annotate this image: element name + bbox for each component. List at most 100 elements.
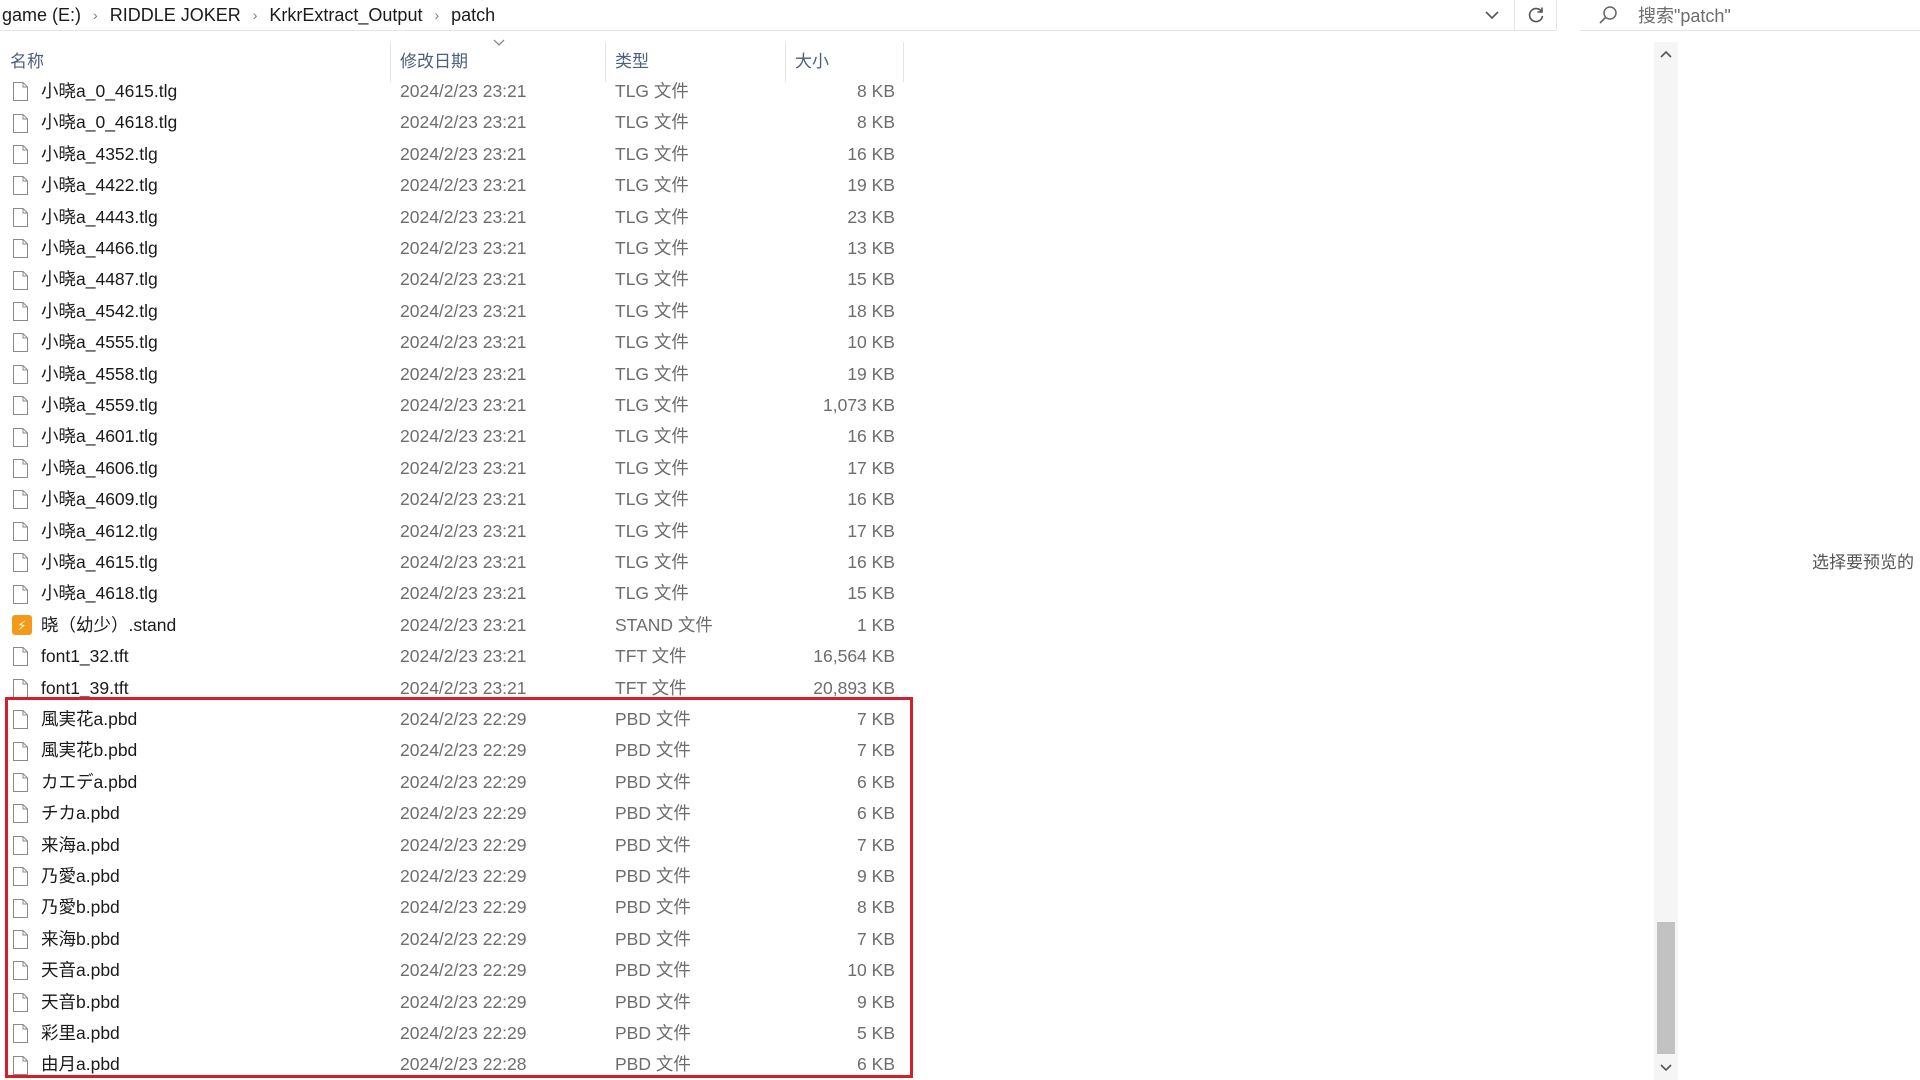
file-type: TLG 文件	[615, 552, 689, 572]
file-size: 18 KB	[847, 300, 895, 321]
file-size: 6 KB	[857, 771, 895, 792]
file-row[interactable]: 小晓a_4487.tlg 2024/2/23 23:21 TLG 文件 15 KB	[0, 264, 905, 295]
file-row[interactable]: 小晓a_4601.tlg 2024/2/23 23:21 TLG 文件 16 KB	[0, 421, 905, 452]
refresh-button[interactable]	[1516, 0, 1557, 30]
file-row[interactable]: 来海b.pbd 2024/2/23 22:29 PBD 文件 7 KB	[0, 924, 905, 955]
file-name[interactable]: 小晓a_4606.tlg	[41, 453, 158, 484]
file-name[interactable]: 小晓a_4422.tlg	[41, 170, 158, 201]
file-date: 2024/2/23 23:21	[400, 143, 527, 164]
file-name[interactable]: 小晓a_4466.tlg	[41, 233, 158, 264]
file-row[interactable]: 小晓a_4615.tlg 2024/2/23 23:21 TLG 文件 16 KB	[0, 547, 905, 578]
file-row[interactable]: 小晓a_4606.tlg 2024/2/23 23:21 TLG 文件 17 KB	[0, 453, 905, 484]
column-header-size[interactable]: 大小	[795, 42, 900, 78]
file-name[interactable]: font1_39.tft	[41, 673, 129, 704]
file-name[interactable]: 小晓a_4443.tlg	[41, 202, 158, 233]
file-icon	[12, 484, 34, 515]
file-row[interactable]: 小晓a_4558.tlg 2024/2/23 23:21 TLG 文件 19 KB	[0, 359, 905, 390]
file-name[interactable]: font1_32.tft	[41, 641, 129, 672]
file-icon	[12, 892, 34, 923]
file-name[interactable]: 晓（幼少）.stand	[41, 610, 176, 641]
file-type: TLG 文件	[615, 332, 689, 353]
file-row[interactable]: 小晓a_4609.tlg 2024/2/23 23:21 TLG 文件 16 KB	[0, 484, 905, 515]
file-name[interactable]: 小晓a_4487.tlg	[41, 264, 158, 295]
file-name[interactable]: 乃愛b.pbd	[41, 892, 120, 923]
file-type: TLG 文件	[615, 363, 689, 384]
file-name[interactable]: 小晓a_4542.tlg	[41, 296, 158, 327]
file-row[interactable]: 由月a.pbd 2024/2/23 22:28 PBD 文件 6 KB	[0, 1049, 905, 1080]
file-date: 2024/2/23 23:21	[400, 489, 527, 510]
file-name[interactable]: 彩里a.pbd	[41, 1018, 120, 1049]
search-placeholder[interactable]: 搜索"patch"	[1638, 2, 1731, 28]
file-name[interactable]: 小晓a_4352.tlg	[41, 139, 158, 170]
file-name[interactable]: 小晓a_4559.tlg	[41, 390, 158, 421]
file-name[interactable]: 小晓a_4555.tlg	[41, 327, 158, 358]
file-row[interactable]: 天音b.pbd 2024/2/23 22:29 PBD 文件 9 KB	[0, 987, 905, 1018]
file-row[interactable]: 乃愛a.pbd 2024/2/23 22:29 PBD 文件 9 KB	[0, 861, 905, 892]
file-list[interactable]: 小晓a_0_4615.tlg 2024/2/23 23:21 TLG 文件 8 KB 小…	[0, 76, 905, 1080]
file-row[interactable]: 風実花b.pbd 2024/2/23 22:29 PBD 文件 7 KB	[0, 735, 905, 766]
breadcrumb-drive[interactable]: game (E:)	[0, 5, 83, 26]
file-date: 2024/2/23 22:29	[400, 866, 527, 886]
file-row[interactable]: 小晓a_4352.tlg 2024/2/23 23:21 TLG 文件 16 KB	[0, 139, 905, 170]
file-row[interactable]: 小晓a_4559.tlg 2024/2/23 23:21 TLG 文件 1,073 K…	[0, 390, 905, 421]
file-name[interactable]: 風実花a.pbd	[41, 704, 137, 735]
scroll-down-button[interactable]	[1654, 1056, 1678, 1080]
file-name[interactable]: 由月a.pbd	[41, 1049, 120, 1080]
file-row[interactable]: 乃愛b.pbd 2024/2/23 22:29 PBD 文件 8 KB	[0, 892, 905, 923]
file-row[interactable]: ⚡ 晓（幼少）.stand 2024/2/23 23:21 STAND 文件 1 KB	[0, 610, 905, 641]
file-size: 17 KB	[847, 457, 895, 478]
file-row[interactable]: 小晓a_0_4618.tlg 2024/2/23 23:21 TLG 文件 8 KB	[0, 107, 905, 138]
file-name[interactable]: チカa.pbd	[41, 798, 120, 829]
file-name[interactable]: 小晓a_4612.tlg	[41, 516, 158, 547]
scroll-up-button[interactable]	[1654, 42, 1678, 66]
file-name[interactable]: 小晓a_0_4618.tlg	[41, 107, 177, 138]
address-bar[interactable]: game (E:) › RIDDLE JOKER › KrkrExtract_O…	[0, 0, 1556, 31]
address-history-button[interactable]	[1470, 0, 1515, 30]
scroll-thumb[interactable]	[1657, 922, 1675, 1054]
file-name[interactable]: 天音b.pbd	[41, 987, 120, 1018]
file-row[interactable]: 小晓a_4422.tlg 2024/2/23 23:21 TLG 文件 19 KB	[0, 170, 905, 201]
file-name[interactable]: 小晓a_4615.tlg	[41, 547, 158, 578]
file-row[interactable]: font1_32.tft 2024/2/23 23:21 TFT 文件 16,564 …	[0, 641, 905, 672]
file-name[interactable]: 小晓a_4618.tlg	[41, 578, 158, 609]
file-name[interactable]: 天音a.pbd	[41, 955, 120, 986]
file-type: STAND 文件	[615, 614, 713, 635]
file-row[interactable]: 小晓a_4618.tlg 2024/2/23 23:21 TLG 文件 15 KB	[0, 578, 905, 609]
column-header-name[interactable]: 名称	[10, 42, 390, 78]
file-row[interactable]: 来海a.pbd 2024/2/23 22:29 PBD 文件 7 KB	[0, 830, 905, 861]
file-name[interactable]: 来海a.pbd	[41, 830, 120, 861]
file-icon	[12, 547, 34, 578]
file-row[interactable]: 小晓a_4542.tlg 2024/2/23 23:21 TLG 文件 18 KB	[0, 296, 905, 327]
file-row[interactable]: 小晓a_4612.tlg 2024/2/23 23:21 TLG 文件 17 KB	[0, 516, 905, 547]
file-row[interactable]: 小晓a_4443.tlg 2024/2/23 23:21 TLG 文件 23 KB	[0, 202, 905, 233]
file-date: 2024/2/23 23:21	[400, 332, 527, 353]
file-row[interactable]: チカa.pbd 2024/2/23 22:29 PBD 文件 6 KB	[0, 798, 905, 829]
column-header-type[interactable]: 类型	[615, 42, 785, 78]
file-name[interactable]: 小晓a_4558.tlg	[41, 359, 158, 390]
file-row[interactable]: 天音a.pbd 2024/2/23 22:29 PBD 文件 10 KB	[0, 955, 905, 986]
file-row[interactable]: 小晓a_0_4615.tlg 2024/2/23 23:21 TLG 文件 8 KB	[0, 76, 905, 107]
file-row[interactable]: 小晓a_4555.tlg 2024/2/23 23:21 TLG 文件 10 KB	[0, 327, 905, 358]
breadcrumb-krkrextract-output[interactable]: KrkrExtract_Output	[267, 5, 424, 26]
file-name[interactable]: 小晓a_0_4615.tlg	[41, 76, 177, 107]
file-name[interactable]: カエデa.pbd	[41, 767, 137, 798]
vertical-scrollbar[interactable]	[1654, 42, 1678, 1080]
file-size: 10 KB	[847, 332, 895, 353]
breadcrumb-separator-icon: ›	[93, 7, 98, 23]
file-type: TLG 文件	[615, 269, 689, 290]
file-name[interactable]: 乃愛a.pbd	[41, 861, 120, 892]
file-name[interactable]: 小晓a_4609.tlg	[41, 484, 158, 515]
search-box[interactable]: 搜索"patch"	[1580, 0, 1920, 31]
file-row[interactable]: 小晓a_4466.tlg 2024/2/23 23:21 TLG 文件 13 KB	[0, 233, 905, 264]
file-icon	[12, 767, 34, 798]
file-name[interactable]: 来海b.pbd	[41, 924, 120, 955]
file-row[interactable]: font1_39.tft 2024/2/23 23:21 TFT 文件 20,893 …	[0, 673, 905, 704]
file-row[interactable]: 風実花a.pbd 2024/2/23 22:29 PBD 文件 7 KB	[0, 704, 905, 735]
breadcrumb-riddle-joker[interactable]: RIDDLE JOKER	[108, 5, 243, 26]
file-name[interactable]: 小晓a_4601.tlg	[41, 421, 158, 452]
file-row[interactable]: カエデa.pbd 2024/2/23 22:29 PBD 文件 6 KB	[0, 767, 905, 798]
breadcrumb-patch[interactable]: patch	[449, 5, 497, 26]
file-name[interactable]: 風実花b.pbd	[41, 735, 137, 766]
file-row[interactable]: 彩里a.pbd 2024/2/23 22:29 PBD 文件 5 KB	[0, 1018, 905, 1049]
file-date: 2024/2/23 23:21	[400, 426, 527, 447]
